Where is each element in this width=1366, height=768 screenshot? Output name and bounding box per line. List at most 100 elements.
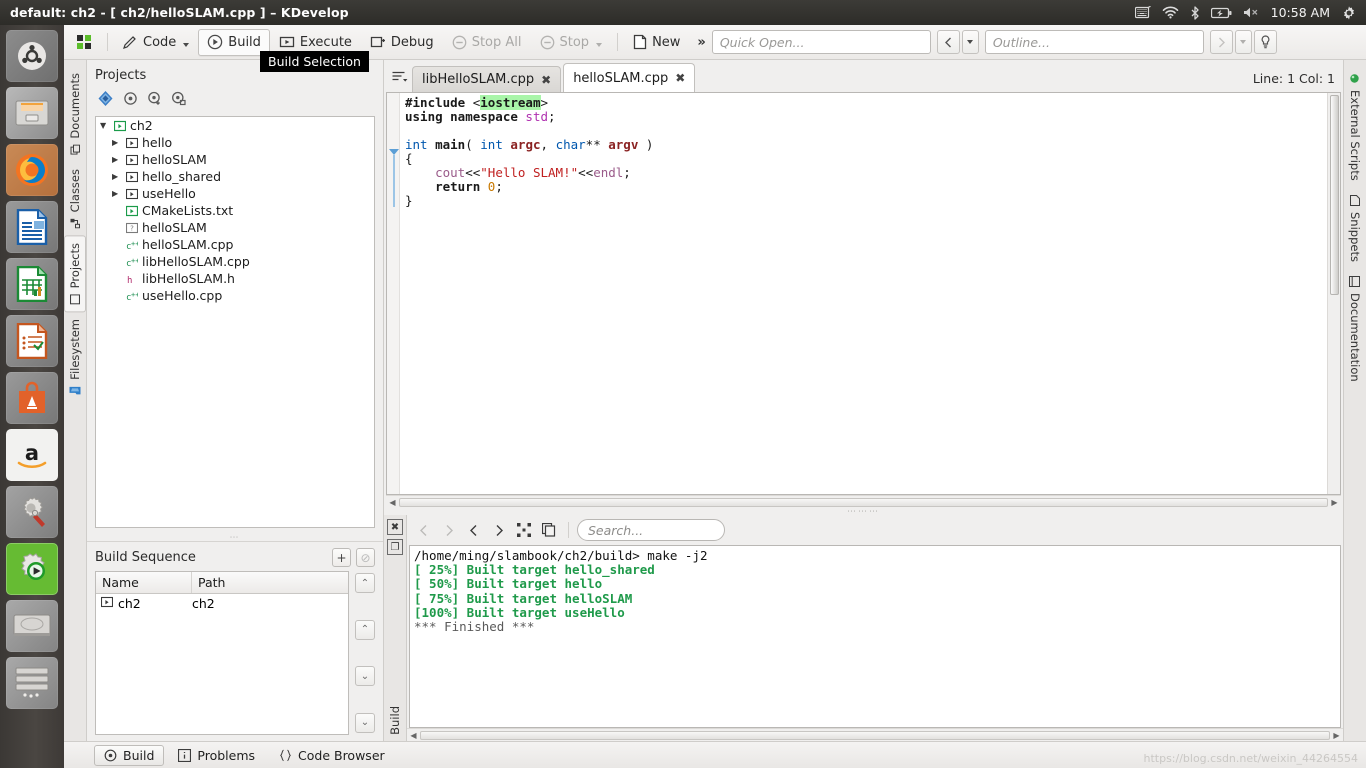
build-sequence-table[interactable]: Name Path ch2 ch2 (95, 571, 349, 735)
prev-error-icon[interactable] (413, 519, 435, 541)
scrollbar-track[interactable] (420, 730, 1330, 740)
chevron-right-icon[interactable]: ▶ (112, 189, 124, 198)
status-button-problems[interactable]: Problems (168, 745, 265, 766)
sidebar-tab-documents[interactable]: Documents (65, 66, 85, 162)
project-build-icon[interactable] (171, 91, 186, 109)
build-dock-label[interactable]: Build (388, 706, 402, 735)
select-all-icon[interactable] (513, 519, 535, 541)
tree-item-usehello[interactable]: ▶ useHello (96, 185, 374, 202)
add-build-item-button[interactable]: + (332, 548, 351, 567)
close-dock-icon[interactable]: ✖ (387, 519, 403, 535)
build-output-text[interactable]: /home/ming/slambook/ch2/build> make -j2 … (410, 546, 1340, 727)
scroll-right-icon[interactable]: ▶ (1330, 731, 1343, 740)
bluetooth-icon[interactable] (1190, 5, 1200, 20)
open-project-icon[interactable] (97, 90, 114, 110)
stop-all-button[interactable]: Stop All (443, 29, 531, 56)
scrollbar-thumb[interactable] (1330, 95, 1339, 295)
chevron-right-icon[interactable]: ▶ (112, 138, 124, 147)
sidebar-tab-documentation[interactable]: Documentation (1345, 269, 1365, 389)
sidebar-tab-snippets[interactable]: Snippets (1345, 188, 1365, 269)
editor-horizontal-scrollbar[interactable]: ◀ ▶ (386, 495, 1341, 508)
project-tree[interactable]: ▼ ch2 ▶ hello ▶ helloSLAM ▶ hello_shared… (95, 116, 375, 528)
build-output-search-input[interactable]: Search... (577, 519, 725, 541)
system-gear-icon[interactable] (1341, 5, 1357, 21)
scroll-right-icon[interactable]: ▶ (1328, 498, 1341, 507)
toolbar-overflow-button[interactable]: » (697, 35, 705, 50)
launcher-item-software-center[interactable] (6, 372, 58, 424)
move-bottom-button[interactable]: ⌄ (355, 712, 375, 733)
sidebar-tab-classes[interactable]: Classes (65, 162, 85, 235)
chevron-right-icon[interactable]: ▶ (112, 155, 124, 164)
wifi-icon[interactable] (1162, 6, 1179, 19)
editor-tab-libhelloslam[interactable]: libHelloSLAM.cpp ✖ (412, 66, 562, 92)
launcher-item-libreoffice-impress[interactable] (6, 315, 58, 367)
debug-button[interactable]: Debug (361, 29, 443, 56)
move-top-button[interactable]: ⌃ (355, 573, 375, 593)
new-button[interactable]: New (624, 29, 689, 56)
launcher-item-libreoffice-writer[interactable] (6, 201, 58, 253)
tree-item-helloslam[interactable]: ▶ helloSLAM (96, 151, 374, 168)
move-up-button[interactable]: ⌃ (355, 619, 375, 640)
next-error-icon[interactable] (438, 519, 460, 541)
launcher-item-firefox[interactable] (6, 144, 58, 196)
close-icon[interactable]: ✖ (541, 73, 551, 87)
chevron-down-icon[interactable]: ▼ (100, 121, 112, 130)
launcher-item-files[interactable] (6, 87, 58, 139)
nav-back-button[interactable] (936, 30, 960, 54)
tree-item-hello-shared[interactable]: ▶ hello_shared (96, 168, 374, 185)
table-row[interactable]: ch2 ch2 (96, 594, 348, 613)
launcher-item-amazon[interactable]: a (6, 429, 58, 481)
tree-item-ch2[interactable]: ▼ ch2 (96, 117, 374, 134)
tree-item-hello[interactable]: ▶ hello (96, 134, 374, 151)
code-menu-button[interactable]: Code (114, 29, 198, 56)
dock-splitter[interactable]: ⋯ (87, 533, 383, 543)
battery-charging-icon[interactable] (1210, 7, 1232, 19)
context-help-button[interactable] (1253, 30, 1277, 54)
outline-input[interactable]: Outline... (984, 30, 1204, 54)
scroll-left-icon[interactable]: ◀ (407, 731, 420, 740)
quick-open-input[interactable]: Quick Open... (711, 30, 931, 54)
column-header-path[interactable]: Path (192, 572, 231, 593)
tree-item-helloslam-bin[interactable]: ? helloSLAM (96, 219, 374, 236)
code-text[interactable]: #include <iostream> using namespace std;… (400, 93, 1327, 494)
keyboard-icon[interactable] (1134, 6, 1151, 19)
copy-icon[interactable] (538, 519, 560, 541)
tree-item-usehello-cpp[interactable]: c++ useHello.cpp (96, 287, 374, 304)
nav-back-dropdown[interactable] (961, 30, 979, 54)
scroll-left-icon[interactable]: ◀ (386, 498, 399, 507)
project-close-icon[interactable] (147, 91, 162, 109)
sidebar-tab-external-scripts[interactable]: External Scripts (1345, 66, 1365, 188)
build-output-horizontal-scrollbar[interactable]: ◀ ▶ (407, 728, 1343, 741)
project-config-icon[interactable] (123, 91, 138, 109)
sidebar-tab-projects[interactable]: Projects (64, 234, 86, 313)
status-button-code-browser[interactable]: Code Browser (269, 745, 395, 766)
close-icon[interactable]: ✖ (675, 71, 685, 85)
editor-vertical-scrollbar[interactable] (1327, 93, 1340, 494)
apps-grid-button[interactable] (68, 29, 101, 56)
tree-item-helloslam-cpp[interactable]: c++ helloSLAM.cpp (96, 236, 374, 253)
status-button-build[interactable]: Build (94, 744, 165, 766)
scrollbar-track[interactable] (399, 497, 1328, 507)
launcher-item-disk-stack[interactable] (6, 657, 58, 709)
build-output-body[interactable]: /home/ming/slambook/ch2/build> make -j2 … (409, 545, 1341, 728)
prev-item-icon[interactable] (463, 519, 485, 541)
tab-list-icon[interactable] (388, 62, 412, 92)
nav-forward-dropdown[interactable] (1234, 30, 1252, 54)
editor-tab-helloslam[interactable]: helloSLAM.cpp ✖ (563, 63, 696, 92)
undock-icon[interactable]: ❐ (387, 539, 403, 555)
editor-output-splitter[interactable]: ⋯⋯⋯ (384, 507, 1343, 517)
remove-build-item-button[interactable]: ⊘ (356, 548, 375, 567)
tree-item-cmakelists[interactable]: CMakeLists.txt (96, 202, 374, 219)
clock[interactable]: 10:58 AM (1271, 5, 1330, 20)
launcher-item-ubuntu-dash[interactable] (6, 30, 58, 82)
code-folding-bar[interactable] (387, 93, 400, 494)
code-editor[interactable]: #include <iostream> using namespace std;… (386, 92, 1341, 495)
next-item-icon[interactable] (488, 519, 510, 541)
launcher-item-kdevelop[interactable] (6, 543, 58, 595)
move-down-button[interactable]: ⌄ (355, 666, 375, 687)
sidebar-tab-filesystem[interactable]: Filesystem (65, 312, 85, 403)
launcher-item-disk-drive[interactable] (6, 600, 58, 652)
stop-button[interactable]: Stop (531, 29, 612, 56)
chevron-right-icon[interactable]: ▶ (112, 172, 124, 181)
launcher-item-system-settings[interactable] (6, 486, 58, 538)
